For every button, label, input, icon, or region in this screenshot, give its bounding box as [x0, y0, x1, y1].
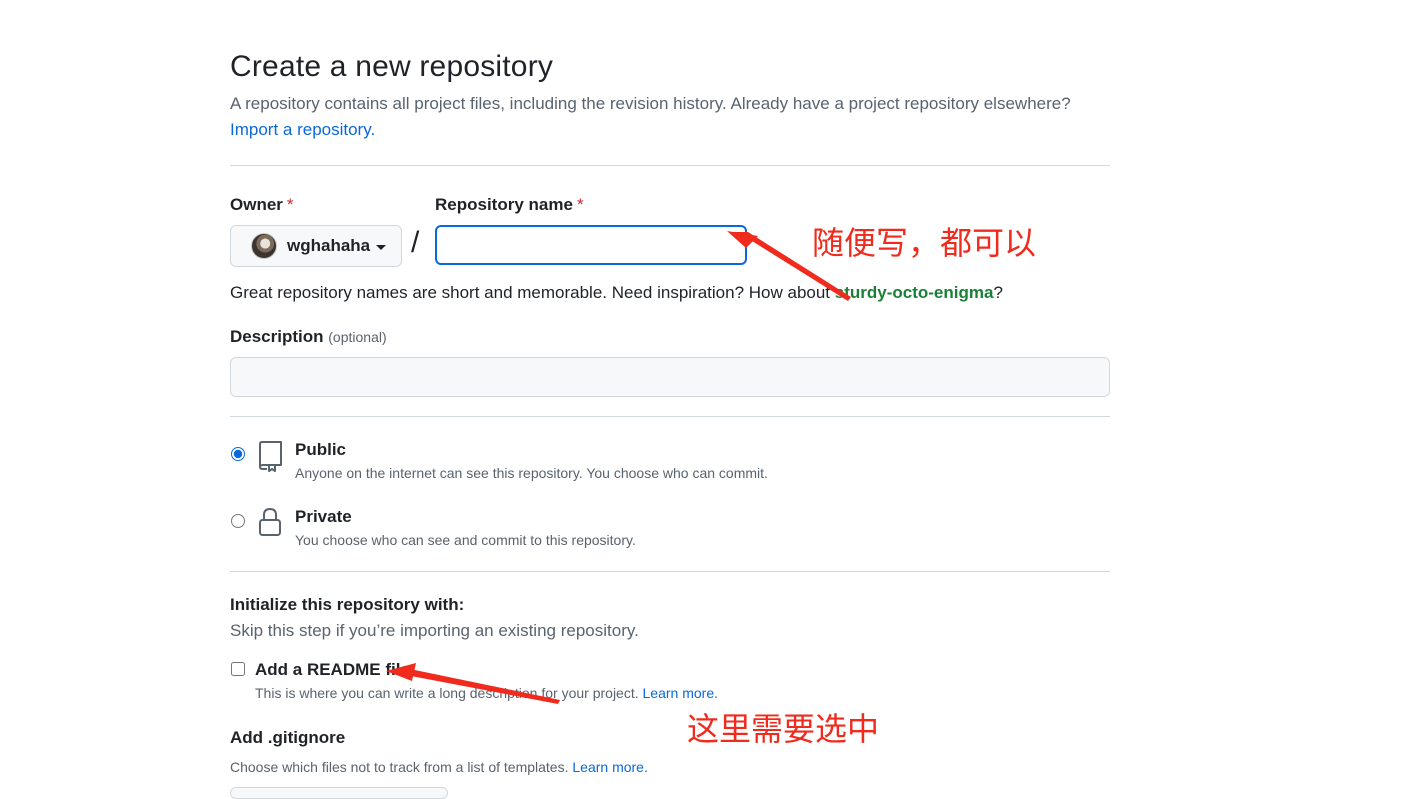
owner-name: wghahaha: [287, 236, 371, 255]
annotation-name-note: 随便写，都可以: [812, 224, 1037, 262]
divider: [230, 571, 1110, 572]
gitignore-desc: Choose which files not to track from a l…: [230, 759, 648, 775]
required-mark: *: [576, 195, 584, 214]
add-readme-label[interactable]: Add a README file: [255, 660, 410, 680]
public-option-desc: Anyone on the internet can see this repo…: [295, 465, 768, 481]
repository-name-label: Repository name *: [435, 195, 584, 214]
name-hint: Great repository names are short and mem…: [230, 283, 1003, 302]
gitignore-title: Add .gitignore: [230, 728, 346, 747]
private-option-desc: You choose who can see and commit to thi…: [295, 532, 636, 548]
readme-desc: This is where you can write a long descr…: [255, 685, 718, 701]
required-mark: *: [286, 195, 294, 214]
readme-learn-more-link[interactable]: Learn more.: [643, 685, 718, 701]
private-option-title: Private: [295, 507, 352, 526]
import-repository-link[interactable]: Import a repository.: [230, 120, 375, 140]
description-input[interactable]: [230, 357, 1110, 397]
owner-repo-separator: /: [411, 226, 420, 259]
lock-icon: [257, 507, 283, 542]
owner-dropdown-button[interactable]: wghahaha: [230, 225, 402, 267]
divider: [230, 416, 1110, 417]
avatar: [251, 233, 277, 259]
divider: [230, 165, 1110, 166]
optional-tag: (optional): [328, 329, 387, 345]
caret-down-icon: [376, 244, 387, 250]
annotation-readme-note: 这里需要选中: [687, 710, 880, 748]
page-title: Create a new repository: [230, 50, 554, 83]
add-readme-checkbox[interactable]: [231, 662, 245, 676]
owner-label: Owner *: [230, 195, 294, 214]
page-subtitle: A repository contains all project files,…: [230, 94, 1071, 113]
public-option-title: Public: [295, 440, 347, 459]
public-radio[interactable]: [231, 447, 245, 461]
repository-name-input[interactable]: [435, 225, 747, 265]
gitignore-learn-more-link[interactable]: Learn more.: [572, 759, 647, 775]
private-radio[interactable]: [231, 514, 245, 528]
description-label: Description (optional): [230, 327, 387, 346]
initialize-title: Initialize this repository with:: [230, 595, 465, 614]
repo-icon: [256, 440, 284, 477]
gitignore-template-dropdown[interactable]: [230, 787, 448, 799]
name-suggestion[interactable]: sturdy-octo-enigma: [835, 283, 994, 302]
initialize-subtitle: Skip this step if you’re importing an ex…: [230, 621, 639, 640]
